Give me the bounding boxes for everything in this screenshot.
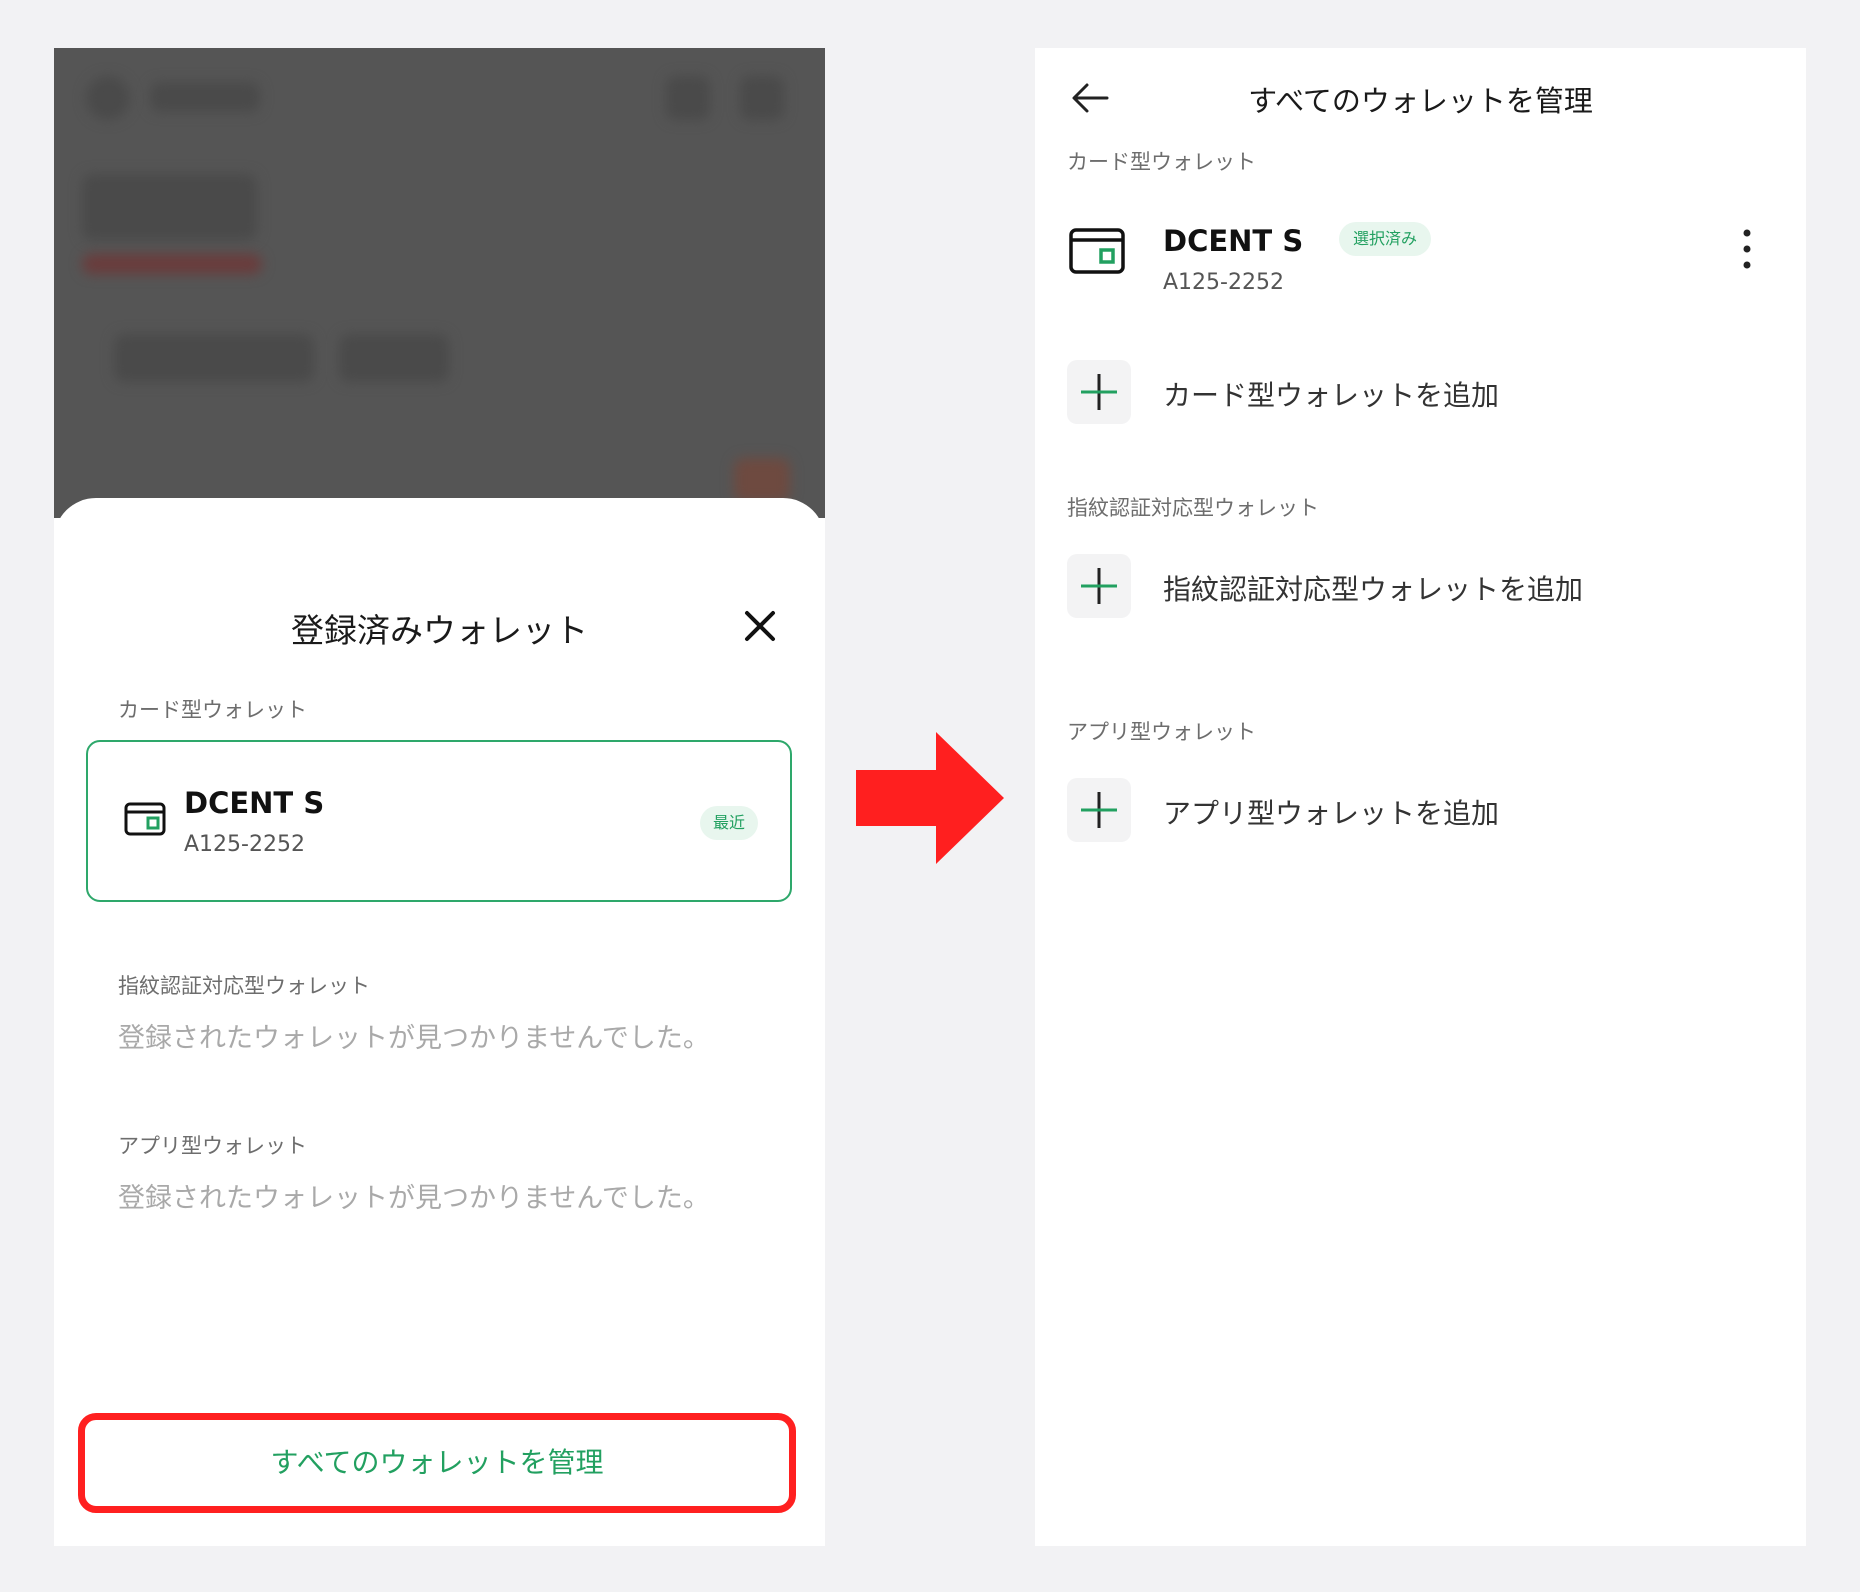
section-label-card: カード型ウォレット <box>1067 150 1256 174</box>
app-empty-message: 登録されたウォレットが見つかりませんでした。 <box>118 1183 710 1214</box>
add-app-wallet-button[interactable]: アプリ型ウォレットを追加 <box>1067 778 1747 844</box>
sheet-title: 登録済みウォレット <box>291 611 588 650</box>
add-fingerprint-wallet-label: 指紋認証対応型ウォレットを追加 <box>1163 573 1584 606</box>
more-vertical-icon[interactable] <box>1732 224 1762 274</box>
page-title: すべてのウォレットを管理 <box>1248 84 1593 118</box>
add-card-wallet-button[interactable]: カード型ウォレットを追加 <box>1067 360 1747 426</box>
selected-badge: 選択済み <box>1339 222 1431 256</box>
section-label-fingerprint: 指紋認証対応型ウォレット <box>118 974 370 998</box>
fingerprint-empty-message: 登録されたウォレットが見つかりませんでした。 <box>118 1023 710 1054</box>
plus-icon <box>1067 360 1131 424</box>
wallet-bottom-sheet: 登録済みウォレット カード型ウォレット DCENT S A125-2252 最近… <box>54 498 825 1546</box>
wallet-id: A125-2252 <box>1163 270 1284 295</box>
add-card-wallet-label: カード型ウォレットを追加 <box>1163 379 1500 412</box>
recent-badge: 最近 <box>700 806 758 840</box>
section-label-app: アプリ型ウォレット <box>1067 720 1256 744</box>
plus-icon <box>1067 778 1131 842</box>
add-app-wallet-label: アプリ型ウォレットを追加 <box>1163 797 1500 830</box>
right-phone-screen: すべてのウォレットを管理 カード型ウォレット DCENT S 選択済み A125… <box>1035 48 1806 1546</box>
back-arrow-icon[interactable] <box>1069 76 1113 120</box>
section-label-fingerprint: 指紋認証対応型ウォレット <box>1067 496 1319 520</box>
wallet-id: A125-2252 <box>184 832 305 857</box>
manage-all-wallets-button[interactable]: すべてのウォレットを管理 <box>78 1413 796 1513</box>
dimmed-background <box>54 48 825 518</box>
card-wallet-icon <box>1069 228 1125 274</box>
wallet-name: DCENT S <box>1163 224 1304 258</box>
card-wallet-item[interactable]: DCENT S 選択済み A125-2252 <box>1067 208 1747 298</box>
card-wallet-icon <box>124 802 166 836</box>
add-fingerprint-wallet-button[interactable]: 指紋認証対応型ウォレットを追加 <box>1067 554 1747 620</box>
plus-icon <box>1067 554 1131 618</box>
section-label-card: カード型ウォレット <box>118 698 307 722</box>
right-arrow-icon <box>856 732 1004 864</box>
close-icon[interactable] <box>738 604 782 648</box>
left-phone-screen: 登録済みウォレット カード型ウォレット DCENT S A125-2252 最近… <box>54 48 825 1546</box>
card-wallet-item[interactable]: DCENT S A125-2252 最近 <box>86 740 792 902</box>
wallet-name: DCENT S <box>184 786 325 820</box>
section-label-app: アプリ型ウォレット <box>118 1134 307 1158</box>
